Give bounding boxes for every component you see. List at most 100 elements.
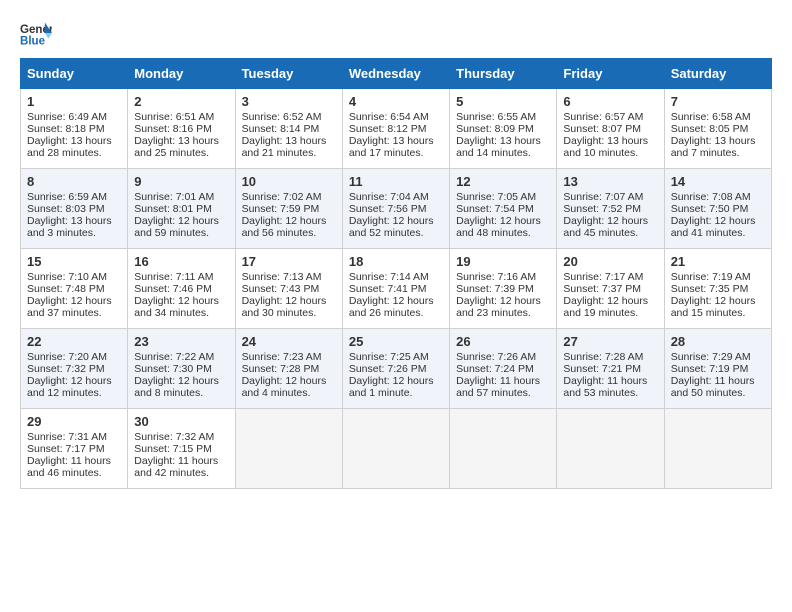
day-number: 27 (563, 334, 657, 349)
daylight-text: Daylight: 12 hours and 34 minutes. (134, 295, 228, 319)
sunset-text: Sunset: 7:35 PM (671, 283, 765, 295)
day-number: 17 (242, 254, 336, 269)
calendar-cell: 16Sunrise: 7:11 AMSunset: 7:46 PMDayligh… (128, 249, 235, 329)
logo: General Blue (20, 20, 56, 48)
calendar-cell: 5Sunrise: 6:55 AMSunset: 8:09 PMDaylight… (450, 89, 557, 169)
day-number: 4 (349, 94, 443, 109)
sunset-text: Sunset: 7:15 PM (134, 443, 228, 455)
calendar-cell: 23Sunrise: 7:22 AMSunset: 7:30 PMDayligh… (128, 329, 235, 409)
sunrise-text: Sunrise: 6:52 AM (242, 111, 336, 123)
day-number: 24 (242, 334, 336, 349)
calendar-cell: 9Sunrise: 7:01 AMSunset: 8:01 PMDaylight… (128, 169, 235, 249)
sunset-text: Sunset: 7:43 PM (242, 283, 336, 295)
calendar-week-3: 15Sunrise: 7:10 AMSunset: 7:48 PMDayligh… (21, 249, 772, 329)
calendar-cell: 1Sunrise: 6:49 AMSunset: 8:18 PMDaylight… (21, 89, 128, 169)
sunrise-text: Sunrise: 7:07 AM (563, 191, 657, 203)
daylight-text: Daylight: 12 hours and 52 minutes. (349, 215, 443, 239)
calendar-cell: 17Sunrise: 7:13 AMSunset: 7:43 PMDayligh… (235, 249, 342, 329)
sunset-text: Sunset: 7:50 PM (671, 203, 765, 215)
calendar-cell: 26Sunrise: 7:26 AMSunset: 7:24 PMDayligh… (450, 329, 557, 409)
day-number: 20 (563, 254, 657, 269)
calendar-cell: 15Sunrise: 7:10 AMSunset: 7:48 PMDayligh… (21, 249, 128, 329)
calendar-cell (450, 409, 557, 489)
calendar-cell (235, 409, 342, 489)
day-header-thursday: Thursday (450, 59, 557, 89)
sunset-text: Sunset: 8:09 PM (456, 123, 550, 135)
sunrise-text: Sunrise: 7:01 AM (134, 191, 228, 203)
day-header-wednesday: Wednesday (342, 59, 449, 89)
calendar-week-2: 8Sunrise: 6:59 AMSunset: 8:03 PMDaylight… (21, 169, 772, 249)
calendar-cell (557, 409, 664, 489)
sunrise-text: Sunrise: 7:05 AM (456, 191, 550, 203)
calendar-cell: 30Sunrise: 7:32 AMSunset: 7:15 PMDayligh… (128, 409, 235, 489)
sunset-text: Sunset: 7:41 PM (349, 283, 443, 295)
daylight-text: Daylight: 12 hours and 15 minutes. (671, 295, 765, 319)
sunrise-text: Sunrise: 7:22 AM (134, 351, 228, 363)
calendar-cell: 12Sunrise: 7:05 AMSunset: 7:54 PMDayligh… (450, 169, 557, 249)
sunset-text: Sunset: 8:03 PM (27, 203, 121, 215)
daylight-text: Daylight: 12 hours and 59 minutes. (134, 215, 228, 239)
day-header-tuesday: Tuesday (235, 59, 342, 89)
sunset-text: Sunset: 7:48 PM (27, 283, 121, 295)
day-number: 15 (27, 254, 121, 269)
sunrise-text: Sunrise: 6:49 AM (27, 111, 121, 123)
calendar-week-5: 29Sunrise: 7:31 AMSunset: 7:17 PMDayligh… (21, 409, 772, 489)
daylight-text: Daylight: 11 hours and 46 minutes. (27, 455, 121, 479)
day-number: 8 (27, 174, 121, 189)
day-header-sunday: Sunday (21, 59, 128, 89)
calendar-cell: 8Sunrise: 6:59 AMSunset: 8:03 PMDaylight… (21, 169, 128, 249)
sunset-text: Sunset: 7:56 PM (349, 203, 443, 215)
daylight-text: Daylight: 13 hours and 3 minutes. (27, 215, 121, 239)
calendar-cell: 28Sunrise: 7:29 AMSunset: 7:19 PMDayligh… (664, 329, 771, 409)
sunset-text: Sunset: 7:46 PM (134, 283, 228, 295)
daylight-text: Daylight: 12 hours and 26 minutes. (349, 295, 443, 319)
sunset-text: Sunset: 7:37 PM (563, 283, 657, 295)
sunrise-text: Sunrise: 7:14 AM (349, 271, 443, 283)
day-number: 30 (134, 414, 228, 429)
page-header: General Blue (20, 20, 772, 48)
sunset-text: Sunset: 8:18 PM (27, 123, 121, 135)
calendar-cell (342, 409, 449, 489)
sunset-text: Sunset: 7:54 PM (456, 203, 550, 215)
sunrise-text: Sunrise: 6:54 AM (349, 111, 443, 123)
daylight-text: Daylight: 11 hours and 53 minutes. (563, 375, 657, 399)
day-number: 21 (671, 254, 765, 269)
daylight-text: Daylight: 13 hours and 7 minutes. (671, 135, 765, 159)
sunrise-text: Sunrise: 7:16 AM (456, 271, 550, 283)
sunrise-text: Sunrise: 6:58 AM (671, 111, 765, 123)
daylight-text: Daylight: 12 hours and 41 minutes. (671, 215, 765, 239)
calendar-header-row: SundayMondayTuesdayWednesdayThursdayFrid… (21, 59, 772, 89)
sunrise-text: Sunrise: 7:17 AM (563, 271, 657, 283)
day-number: 9 (134, 174, 228, 189)
sunset-text: Sunset: 8:12 PM (349, 123, 443, 135)
sunset-text: Sunset: 7:32 PM (27, 363, 121, 375)
calendar-cell: 7Sunrise: 6:58 AMSunset: 8:05 PMDaylight… (664, 89, 771, 169)
sunrise-text: Sunrise: 7:13 AM (242, 271, 336, 283)
daylight-text: Daylight: 12 hours and 45 minutes. (563, 215, 657, 239)
logo-icon: General Blue (20, 20, 52, 48)
daylight-text: Daylight: 11 hours and 50 minutes. (671, 375, 765, 399)
calendar-cell: 13Sunrise: 7:07 AMSunset: 7:52 PMDayligh… (557, 169, 664, 249)
daylight-text: Daylight: 13 hours and 17 minutes. (349, 135, 443, 159)
day-number: 19 (456, 254, 550, 269)
daylight-text: Daylight: 13 hours and 21 minutes. (242, 135, 336, 159)
calendar-cell: 10Sunrise: 7:02 AMSunset: 7:59 PMDayligh… (235, 169, 342, 249)
sunset-text: Sunset: 7:21 PM (563, 363, 657, 375)
sunrise-text: Sunrise: 7:02 AM (242, 191, 336, 203)
sunset-text: Sunset: 7:26 PM (349, 363, 443, 375)
calendar-cell: 4 Sunrise: 6:54 AMSunset: 8:12 PMDaylight… (342, 89, 449, 169)
day-number: 26 (456, 334, 550, 349)
daylight-text: Daylight: 11 hours and 57 minutes. (456, 375, 550, 399)
sunrise-text: Sunrise: 6:57 AM (563, 111, 657, 123)
sunrise-text: Sunrise: 7:11 AM (134, 271, 228, 283)
calendar-cell: 21Sunrise: 7:19 AMSunset: 7:35 PMDayligh… (664, 249, 771, 329)
sunrise-text: Sunrise: 6:51 AM (134, 111, 228, 123)
day-number: 5 (456, 94, 550, 109)
calendar-cell: 6Sunrise: 6:57 AMSunset: 8:07 PMDaylight… (557, 89, 664, 169)
sunset-text: Sunset: 7:39 PM (456, 283, 550, 295)
calendar-cell: 14Sunrise: 7:08 AMSunset: 7:50 PMDayligh… (664, 169, 771, 249)
sunset-text: Sunset: 7:52 PM (563, 203, 657, 215)
daylight-text: Daylight: 11 hours and 42 minutes. (134, 455, 228, 479)
calendar-cell: 3Sunrise: 6:52 AMSunset: 8:14 PMDaylight… (235, 89, 342, 169)
calendar-cell (664, 409, 771, 489)
